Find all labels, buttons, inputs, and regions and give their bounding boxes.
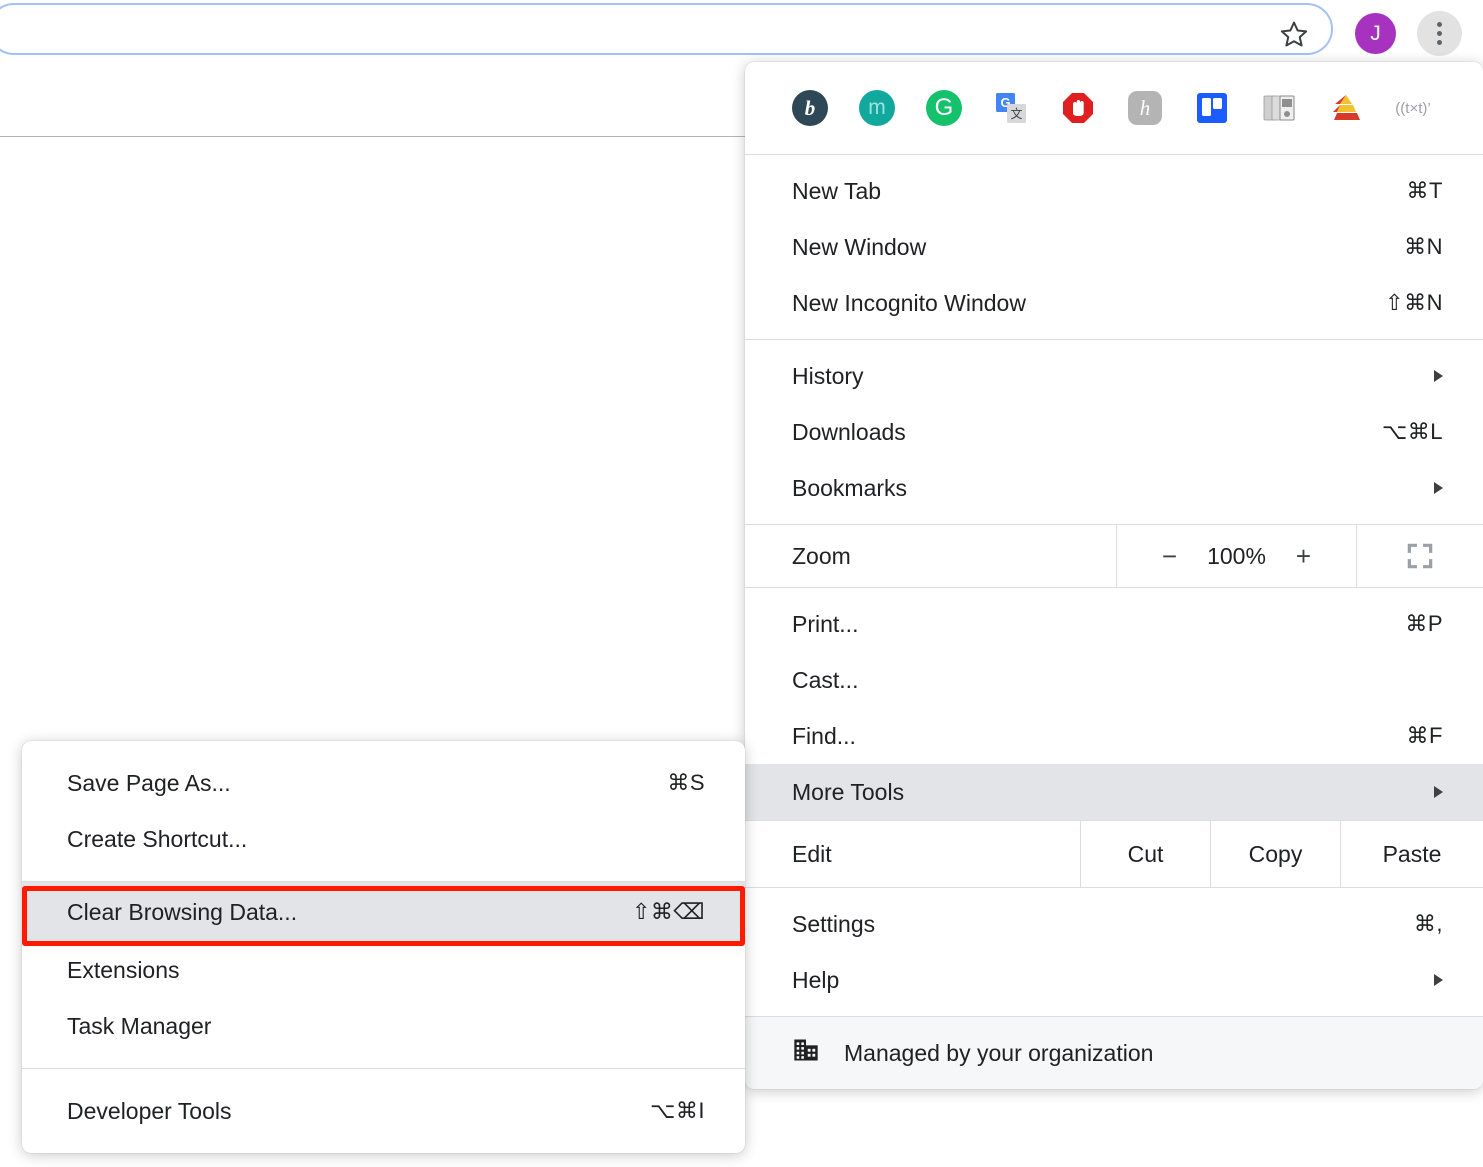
fullscreen-button[interactable] [1356, 525, 1483, 587]
menu-item-print[interactable]: Print... ⌘P [745, 596, 1483, 652]
menu-group-tools: Print... ⌘P Cast... Find... ⌘F More Tool… [745, 588, 1483, 820]
managed-by-organization-row[interactable]: Managed by your organization [745, 1017, 1483, 1089]
browser-screenshot: J b m G G 文 h ((t×t)’ New Tab ⌘T New Win… [0, 0, 1483, 1167]
menu-item-label: New Tab [792, 177, 882, 204]
address-bar[interactable] [0, 3, 1333, 55]
submenu-item-clear-browsing-data[interactable]: Clear Browsing Data... ⇧⌘⌫ [22, 882, 745, 942]
menu-item-new-tab[interactable]: New Tab ⌘T [745, 163, 1483, 219]
chevron-right-icon [1434, 370, 1443, 382]
zoom-out-button[interactable]: − [1162, 541, 1177, 572]
menu-item-label: Help [792, 966, 840, 993]
more-tools-submenu: Save Page As... ⌘S Create Shortcut... Cl… [22, 741, 745, 1153]
chevron-right-icon [1434, 786, 1443, 798]
honey-extension-icon[interactable]: h [1127, 90, 1163, 126]
menu-item-label: New Incognito Window [792, 289, 1026, 316]
menu-item-accel: ⇧⌘N [1385, 290, 1443, 315]
menu-row-zoom: Zoom − 100% + [745, 525, 1483, 587]
profile-avatar[interactable]: J [1355, 13, 1396, 54]
managed-label: Managed by your organization [844, 1039, 1154, 1066]
menu-item-history[interactable]: History [745, 348, 1483, 404]
menu-item-find[interactable]: Find... ⌘F [745, 708, 1483, 764]
menu-item-accel: ⌘P [1405, 611, 1443, 636]
menu-item-accel: ⌥⌘I [650, 1098, 705, 1123]
zoom-in-button[interactable]: + [1296, 541, 1311, 572]
zoom-label: Zoom [792, 542, 851, 569]
menu-item-label: Clear Browsing Data... [67, 898, 298, 925]
submenu-item-task-manager[interactable]: Task Manager [22, 998, 745, 1054]
svg-text:文: 文 [1010, 106, 1022, 121]
menu-item-more-tools[interactable]: More Tools [745, 764, 1483, 820]
kebab-dot-3 [1437, 40, 1442, 45]
menu-item-bookmarks[interactable]: Bookmarks [745, 460, 1483, 516]
pyramid-extension-icon[interactable] [1328, 90, 1364, 126]
chevron-right-icon [1434, 482, 1443, 494]
submenu-item-save-page-as[interactable]: Save Page As... ⌘S [22, 755, 745, 811]
submenu-group-page: Save Page As... ⌘S Create Shortcut... [22, 741, 745, 881]
menu-item-label: Downloads [792, 418, 906, 445]
menu-item-label: Developer Tools [67, 1097, 232, 1124]
menu-item-downloads[interactable]: Downloads ⌥⌘L [745, 404, 1483, 460]
menu-item-label: New Window [792, 233, 927, 260]
menu-item-accel: ⌘F [1406, 723, 1443, 748]
screencast-extension-icon[interactable] [1261, 90, 1297, 126]
edit-paste-button[interactable]: Paste [1340, 821, 1483, 887]
google-translate-extension-icon[interactable]: G 文 [993, 90, 1029, 126]
menu-group-new: New Tab ⌘T New Window ⌘N New Incognito W… [745, 155, 1483, 339]
chrome-main-menu: b m G G 文 h ((t×t)’ New Tab ⌘T New Windo… [745, 62, 1483, 1089]
organization-building-icon [792, 1036, 820, 1070]
edit-label: Edit [792, 840, 832, 867]
kebab-dot-2 [1437, 31, 1442, 36]
chevron-right-icon [1434, 974, 1443, 986]
submenu-item-developer-tools[interactable]: Developer Tools ⌥⌘I [22, 1083, 745, 1139]
zoom-controls: − 100% + [1116, 525, 1356, 587]
menu-item-new-incognito-window[interactable]: New Incognito Window ⇧⌘N [745, 275, 1483, 331]
menu-item-label: More Tools [792, 778, 905, 805]
menu-item-new-window[interactable]: New Window ⌘N [745, 219, 1483, 275]
submenu-group-tools: Clear Browsing Data... ⇧⌘⌫ Extensions Ta… [22, 882, 745, 1068]
menu-item-label: Extensions [67, 956, 180, 983]
zoom-level-value: 100% [1207, 542, 1266, 569]
trello-extension-icon[interactable] [1194, 90, 1230, 126]
chrome-menu-button[interactable] [1417, 11, 1462, 56]
grammarly-extension-icon[interactable]: G [926, 90, 962, 126]
menu-item-settings[interactable]: Settings ⌘, [745, 896, 1483, 952]
menu-item-label: Bookmarks [792, 474, 908, 501]
menu-item-accel: ⌘, [1413, 911, 1443, 936]
menu-item-accel: ⌥⌘L [1381, 419, 1443, 444]
kebab-dot-1 [1437, 22, 1442, 27]
submenu-item-extensions[interactable]: Extensions [22, 942, 745, 998]
extensions-row: b m G G 文 h ((t×t)’ [745, 62, 1483, 154]
edit-cut-button[interactable]: Cut [1080, 821, 1210, 887]
bookmark-star-icon[interactable] [1277, 17, 1311, 51]
menu-item-accel: ⌘S [667, 770, 705, 795]
browser-toolbar: J [0, 0, 1483, 137]
menu-item-accel: ⌘N [1404, 234, 1443, 259]
menu-item-label: Settings [792, 910, 876, 937]
menu-item-label: Print... [792, 610, 859, 637]
menu-item-label: Task Manager [67, 1012, 212, 1039]
submenu-item-create-shortcut[interactable]: Create Shortcut... [22, 811, 745, 867]
menu-row-edit: Edit Cut Copy Paste [745, 821, 1483, 887]
bitwarden-extension-icon[interactable]: b [792, 90, 828, 126]
menu-item-accel: ⇧⌘⌫ [631, 899, 705, 924]
avatar-initial: J [1370, 21, 1381, 45]
menu-item-cast[interactable]: Cast... [745, 652, 1483, 708]
menu-item-label: Find... [792, 722, 856, 749]
menu-group-library: History Downloads ⌥⌘L Bookmarks [745, 340, 1483, 524]
menu-item-label: Save Page As... [67, 769, 231, 796]
text-extension-icon[interactable]: ((t×t)’ [1395, 90, 1431, 126]
submenu-group-developer: Developer Tools ⌥⌘I [22, 1069, 745, 1153]
menu-group-settings: Settings ⌘, Help [745, 888, 1483, 1016]
menu-item-accel: ⌘T [1406, 178, 1443, 203]
menu-item-label: History [792, 362, 864, 389]
edit-copy-button[interactable]: Copy [1210, 821, 1340, 887]
adblock-extension-icon[interactable] [1060, 90, 1096, 126]
mendeley-extension-icon[interactable]: m [859, 90, 895, 126]
menu-item-label: Cast... [792, 666, 859, 693]
menu-item-help[interactable]: Help [745, 952, 1483, 1008]
menu-item-label: Create Shortcut... [67, 825, 248, 852]
